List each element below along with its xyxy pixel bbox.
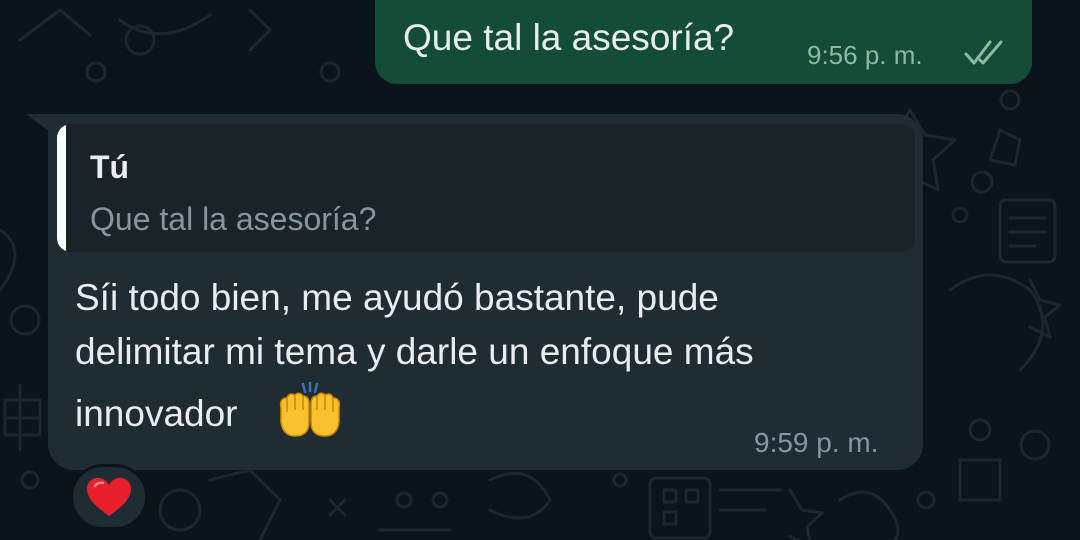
incoming-message-line: Síi todo bien, me ayudó bastante, pude	[75, 277, 719, 318]
raising-hands-icon	[279, 382, 341, 437]
quote-author: Tú	[90, 149, 130, 185]
quote-text: Que tal la asesoría?	[90, 201, 377, 237]
quote-accent-bar	[57, 124, 66, 252]
outgoing-message-time: 9:56 p. m.	[807, 40, 923, 70]
incoming-message-line: delimitar mi tema y darle un enfoque más	[75, 331, 754, 372]
outgoing-message-bubble[interactable]: Que tal la asesoría? 9:56 p. m.	[375, 0, 1032, 84]
red-heart-icon	[87, 478, 131, 516]
incoming-message-time: 9:59 p. m.	[754, 427, 879, 458]
quoted-message[interactable]: Tú Que tal la asesoría?	[57, 124, 915, 252]
outgoing-message-text: Que tal la asesoría?	[403, 17, 735, 58]
incoming-message-line: innovador	[75, 393, 238, 434]
reaction-badge[interactable]	[70, 464, 148, 530]
double-check-icon	[964, 40, 1003, 65]
